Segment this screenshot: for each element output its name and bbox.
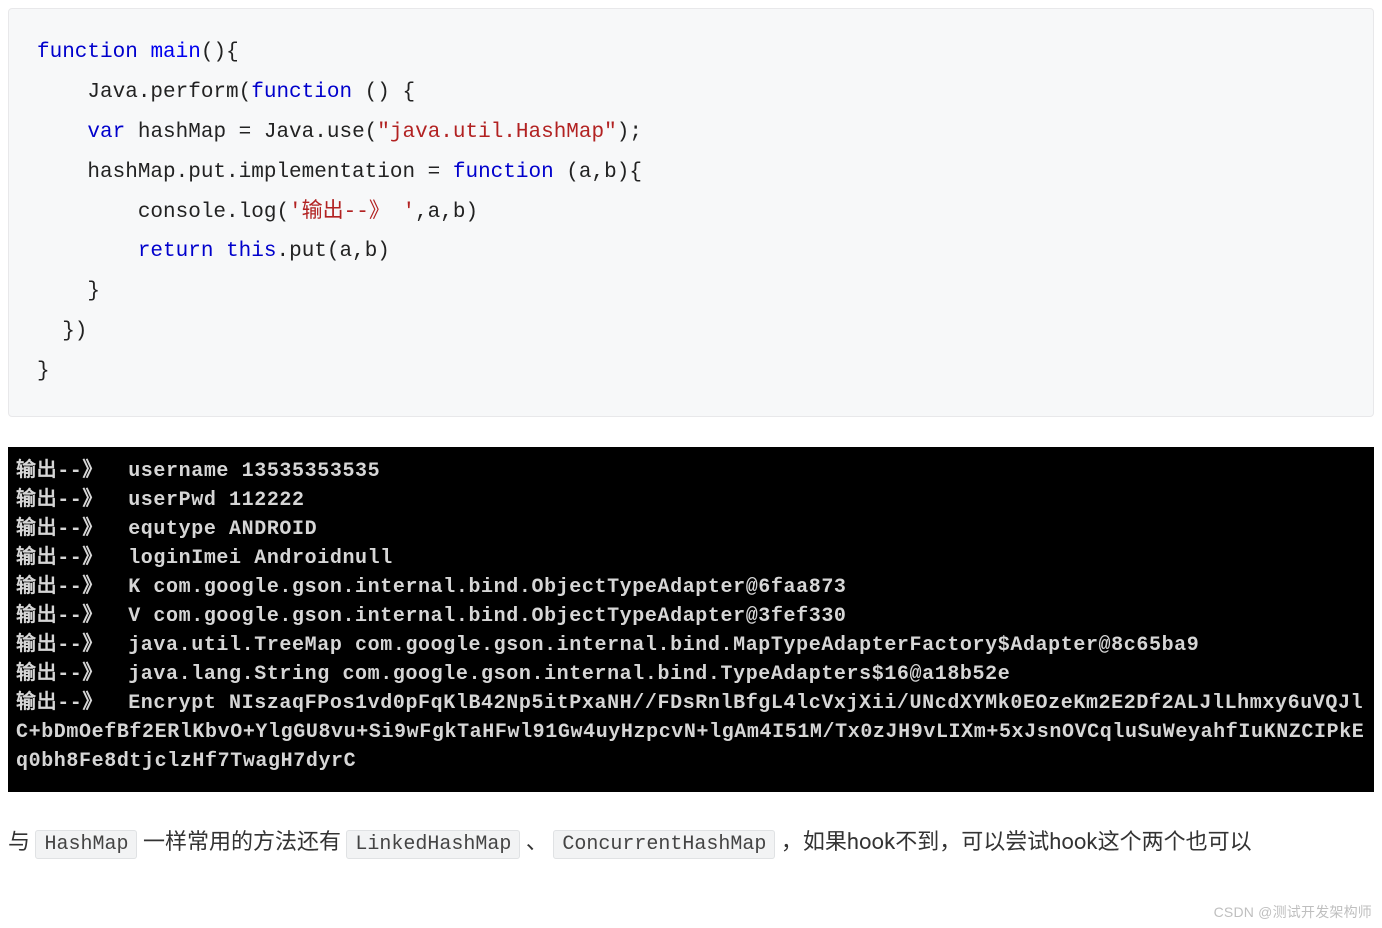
keyword-function: function	[37, 41, 138, 64]
prose-paragraph: 与 HashMap 一样常用的方法还有 LinkedHashMap 、 Conc…	[8, 822, 1374, 864]
function-name: main	[150, 41, 200, 64]
code-text: hashMap.put.implementation =	[37, 161, 453, 184]
code-text: );	[617, 121, 642, 144]
code-text: hashMap = Java.use(	[125, 121, 377, 144]
prose-text: 一样常用的方法还有	[137, 830, 346, 855]
code-block: function main(){ Java.perform(function (…	[8, 8, 1374, 417]
code-text	[37, 121, 87, 144]
string-literal: '输出--》 '	[289, 201, 415, 224]
console-output: 输出--》 username 13535353535 输出--》 userPwd…	[8, 447, 1374, 792]
watermark: CSDN @测试开发架构师	[1214, 902, 1372, 922]
keyword-var: var	[87, 121, 125, 144]
code-text: }	[37, 360, 50, 383]
code-text: })	[37, 320, 87, 343]
inline-code-concurrenthashmap: ConcurrentHashMap	[553, 830, 775, 859]
keyword-return: return	[138, 240, 214, 263]
code-text	[213, 240, 226, 263]
code-text: }	[37, 280, 100, 303]
keyword-this: this	[226, 240, 276, 263]
code-text: (){	[201, 41, 239, 64]
code-text: Java.perform(	[37, 81, 251, 104]
code-text: console.log(	[37, 201, 289, 224]
prose-text: 与	[8, 830, 35, 855]
keyword-function: function	[251, 81, 352, 104]
prose-text: 、	[520, 830, 553, 855]
code-text: .put(a,b)	[276, 240, 389, 263]
code-text	[138, 41, 151, 64]
code-text: (a,b){	[554, 161, 642, 184]
keyword-function: function	[453, 161, 554, 184]
code-text: () {	[352, 81, 415, 104]
prose-text: ，如果hook不到，可以尝试hook这个两个也可以	[775, 830, 1251, 855]
inline-code-linkedhashmap: LinkedHashMap	[346, 830, 520, 859]
code-text: ,a,b)	[415, 201, 478, 224]
inline-code-hashmap: HashMap	[35, 830, 137, 859]
code-text	[37, 240, 138, 263]
string-literal: "java.util.HashMap"	[377, 121, 616, 144]
